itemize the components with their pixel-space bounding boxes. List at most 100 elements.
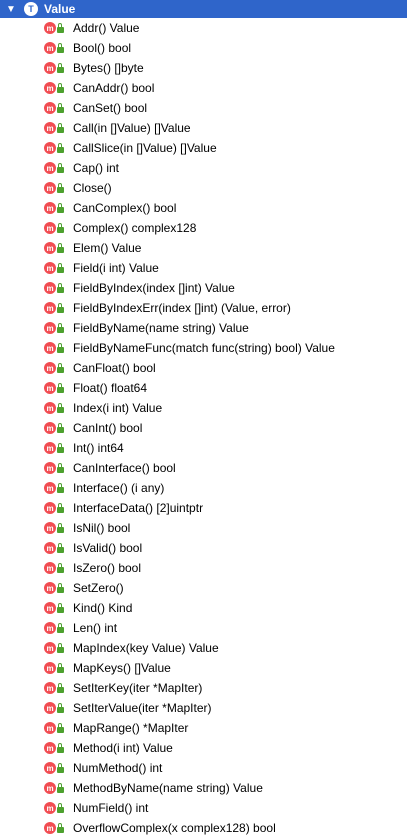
method-signature: CanInt() bool (73, 421, 143, 435)
public-access-icon (57, 602, 65, 614)
method-icon: m (44, 442, 56, 454)
public-access-icon (57, 82, 65, 94)
method-item[interactable]: m Method(i int) Value (0, 738, 407, 758)
method-item[interactable]: m Index(i int) Value (0, 398, 407, 418)
method-item[interactable]: m CanInt() bool (0, 418, 407, 438)
method-signature: MapIndex(key Value) Value (73, 641, 219, 655)
method-item[interactable]: m MapIndex(key Value) Value (0, 638, 407, 658)
method-icon: m (44, 342, 56, 354)
method-icon: m (44, 682, 56, 694)
method-signature: MapRange() *MapIter (73, 721, 189, 735)
method-item[interactable]: m MapRange() *MapIter (0, 718, 407, 738)
method-item[interactable]: m CanFloat() bool (0, 358, 407, 378)
method-icon: m (44, 382, 56, 394)
method-item[interactable]: m Field(i int) Value (0, 258, 407, 278)
method-signature: MethodByName(name string) Value (73, 781, 263, 795)
public-access-icon (57, 102, 65, 114)
method-item[interactable]: m Interface() (i any) (0, 478, 407, 498)
chevron-down-icon[interactable]: ▼ (2, 0, 20, 18)
method-signature: FieldByIndex(index []int) Value (73, 281, 235, 295)
method-item[interactable]: m FieldByNameFunc(match func(string) bool… (0, 338, 407, 358)
public-access-icon (57, 662, 65, 674)
method-item[interactable]: m Elem() Value (0, 238, 407, 258)
public-access-icon (57, 702, 65, 714)
public-access-icon (57, 142, 65, 154)
method-item[interactable]: m IsNil() bool (0, 518, 407, 538)
method-item[interactable]: m Int() int64 (0, 438, 407, 458)
method-icon: m (44, 402, 56, 414)
method-item[interactable]: m NumField() int (0, 798, 407, 818)
method-signature: NumMethod() int (73, 761, 163, 775)
public-access-icon (57, 622, 65, 634)
method-item[interactable]: m CallSlice(in []Value) []Value (0, 138, 407, 158)
method-item[interactable]: m OverflowComplex(x complex128) bool (0, 818, 407, 838)
method-signature: SetZero() (73, 581, 124, 595)
public-access-icon (57, 362, 65, 374)
method-item[interactable]: m Cap() int (0, 158, 407, 178)
method-signature: CanSet() bool (73, 101, 148, 115)
method-icon: m (44, 162, 56, 174)
method-item[interactable]: m FieldByName(name string) Value (0, 318, 407, 338)
method-item[interactable]: m Bytes() []byte (0, 58, 407, 78)
method-signature: MapKeys() []Value (73, 661, 171, 675)
public-access-icon (57, 322, 65, 334)
method-icon: m (44, 142, 56, 154)
method-signature: InterfaceData() [2]uintptr (73, 501, 204, 515)
method-item[interactable]: m Len() int (0, 618, 407, 638)
method-item[interactable]: m Addr() Value (0, 18, 407, 38)
method-signature: FieldByIndexErr(index []int) (Value, err… (73, 301, 291, 315)
method-icon: m (44, 362, 56, 374)
method-signature: Int() int64 (73, 441, 124, 455)
method-signature: Bytes() []byte (73, 61, 144, 75)
method-signature: Method(i int) Value (73, 741, 173, 755)
public-access-icon (57, 122, 65, 134)
method-item[interactable]: m NumMethod() int (0, 758, 407, 778)
method-signature: CallSlice(in []Value) []Value (73, 141, 217, 155)
public-access-icon (57, 402, 65, 414)
method-signature: Complex() complex128 (73, 221, 197, 235)
method-signature: Close() (73, 181, 112, 195)
method-signature: FieldByName(name string) Value (73, 321, 249, 335)
method-item[interactable]: m Complex() complex128 (0, 218, 407, 238)
method-item[interactable]: m CanSet() bool (0, 98, 407, 118)
method-item[interactable]: m SetIterValue(iter *MapIter) (0, 698, 407, 718)
method-signature: Float() float64 (73, 381, 148, 395)
method-item[interactable]: m MapKeys() []Value (0, 658, 407, 678)
method-item[interactable]: m InterfaceData() [2]uintptr (0, 498, 407, 518)
method-signature: Bool() bool (73, 41, 132, 55)
method-signature: CanAddr() bool (73, 81, 155, 95)
method-signature: CanComplex() bool (73, 201, 177, 215)
method-item[interactable]: m CanComplex() bool (0, 198, 407, 218)
method-item[interactable]: m FieldByIndexErr(index []int) (Value, er… (0, 298, 407, 318)
method-item[interactable]: m Kind() Kind (0, 598, 407, 618)
method-icon: m (44, 122, 56, 134)
method-item[interactable]: m Call(in []Value) []Value (0, 118, 407, 138)
method-item[interactable]: m SetZero() (0, 578, 407, 598)
method-icon: m (44, 242, 56, 254)
method-icon: m (44, 322, 56, 334)
method-item[interactable]: m Float() float64 (0, 378, 407, 398)
public-access-icon (57, 682, 65, 694)
method-item[interactable]: m FieldByIndex(index []int) Value (0, 278, 407, 298)
method-signature: Field(i int) Value (73, 261, 159, 275)
method-item[interactable]: m MethodByName(name string) Value (0, 778, 407, 798)
tree-node-value-type[interactable]: ▼ T Value (0, 0, 407, 18)
method-item[interactable]: m CanInterface() bool (0, 458, 407, 478)
method-signature: Interface() (i any) (73, 481, 165, 495)
method-icon: m (44, 722, 56, 734)
method-item[interactable]: m Bool() bool (0, 38, 407, 58)
public-access-icon (57, 502, 65, 514)
method-icon: m (44, 782, 56, 794)
method-item[interactable]: m IsZero() bool (0, 558, 407, 578)
method-signature: SetIterValue(iter *MapIter) (73, 701, 212, 715)
method-item[interactable]: m SetIterKey(iter *MapIter) (0, 678, 407, 698)
method-icon: m (44, 822, 56, 834)
method-signature: CanFloat() bool (73, 361, 156, 375)
method-signature: CanInterface() bool (73, 461, 176, 475)
public-access-icon (57, 62, 65, 74)
method-signature: Index(i int) Value (73, 401, 163, 415)
method-item[interactable]: m IsValid() bool (0, 538, 407, 558)
method-icon: m (44, 222, 56, 234)
method-item[interactable]: m Close() (0, 178, 407, 198)
method-item[interactable]: m CanAddr() bool (0, 78, 407, 98)
